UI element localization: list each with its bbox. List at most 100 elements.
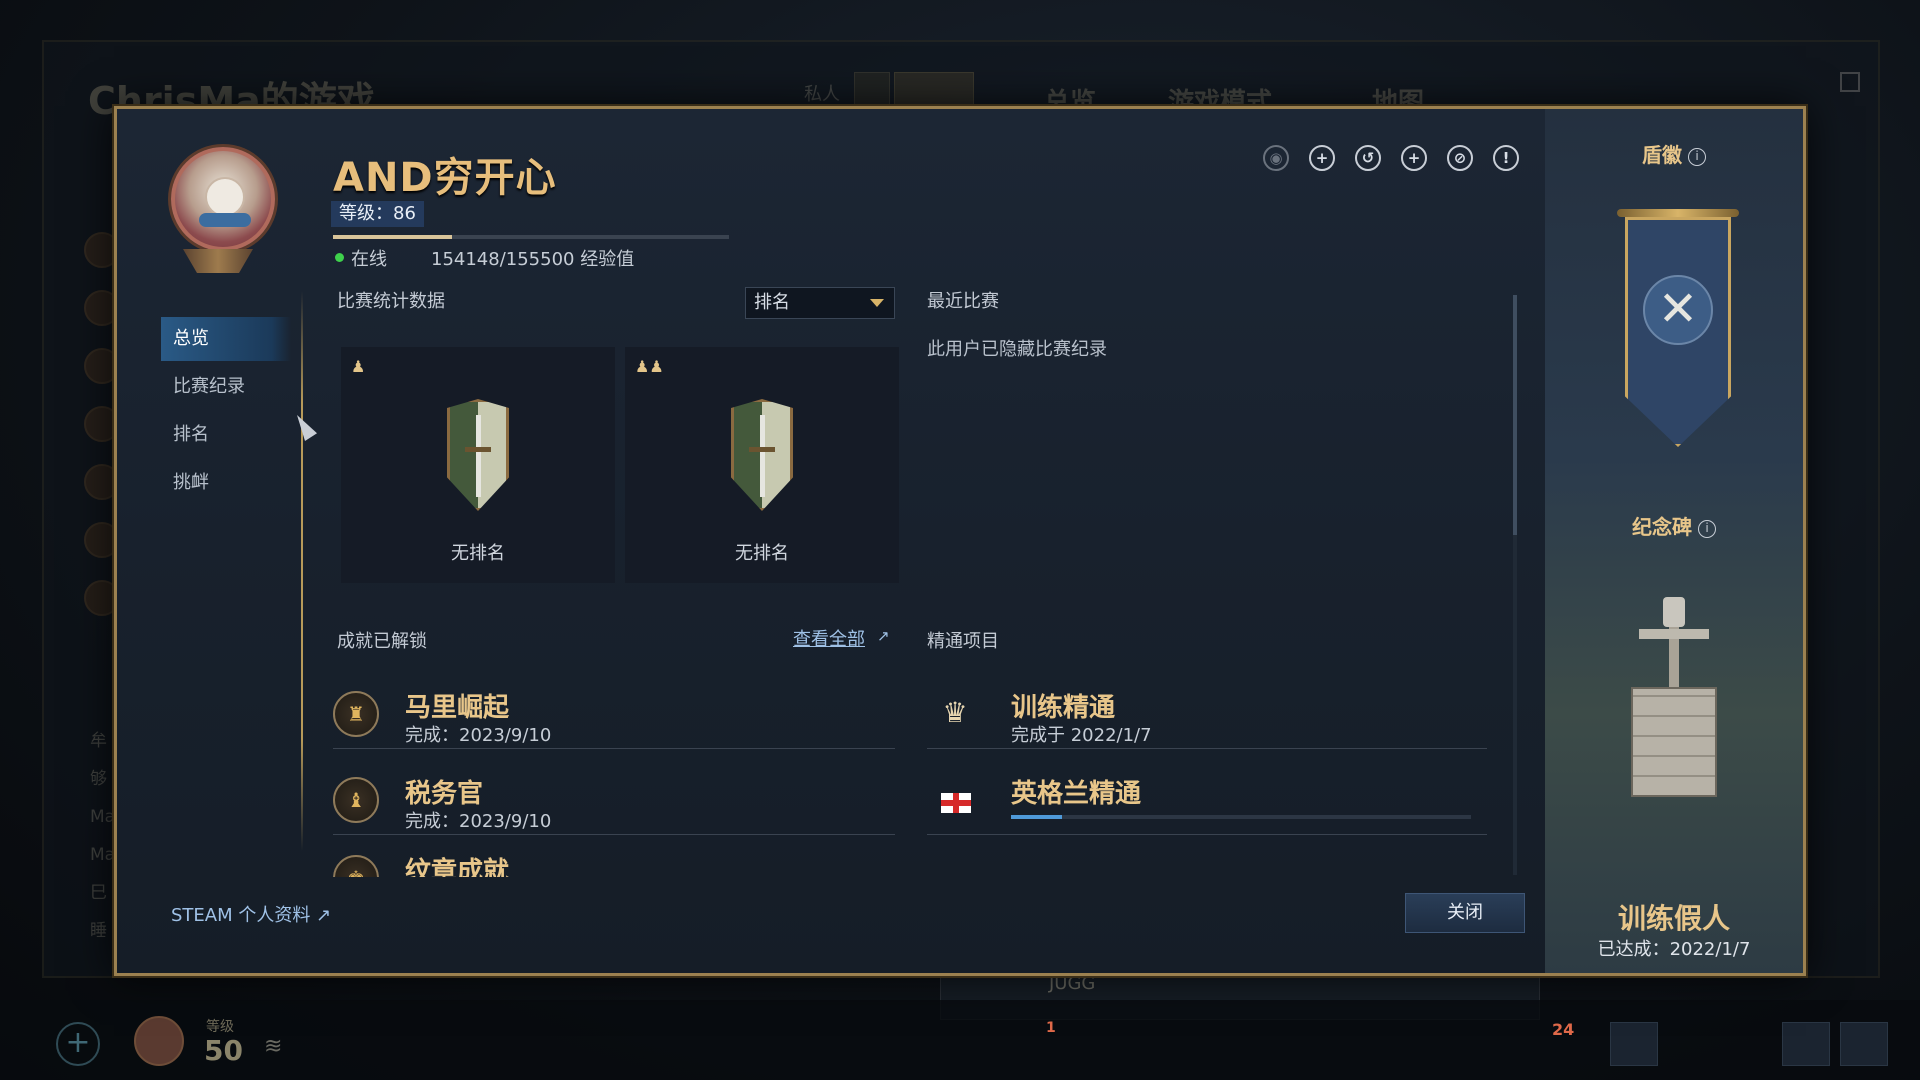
rank-card-solo[interactable]: ♟ 无排名 <box>341 347 615 583</box>
achievement-icon: ♝ <box>333 777 379 823</box>
mastery-heading: 精通项目 <box>927 631 999 652</box>
mastery-title: 训练精通 <box>1011 693 1116 723</box>
cosmetics-panel: 盾徽 i ✕ 纪念碑 i 训练假人 已达成：2022/1/7 <box>1545 109 1803 973</box>
shield-heading-label: 盾徽 <box>1642 143 1682 167</box>
report-icon[interactable]: ! <box>1493 145 1519 171</box>
nav-item-match-history[interactable]: 比赛纪录 <box>161 365 291 409</box>
background-list-item: 够 <box>90 769 107 789</box>
row-divider <box>927 834 1487 835</box>
mouse-cursor <box>297 415 317 441</box>
mastery-title: 英格兰精通 <box>1011 779 1142 809</box>
add-icon: + <box>56 1022 100 1066</box>
info-icon[interactable]: i <box>1698 519 1716 538</box>
external-link-icon: ↗ <box>316 905 332 926</box>
sword-guard <box>749 447 775 452</box>
bottom-avatar <box>134 1016 184 1066</box>
stats-dropdown[interactable]: 排名 <box>745 287 895 319</box>
background-list-item: 巳 <box>90 883 107 903</box>
achievement-title: 马里崛起 <box>405 693 510 723</box>
achievement-row[interactable]: ♝ 税务官 完成：2023/9/10 <box>333 765 895 835</box>
training-dummy-head <box>1663 597 1685 627</box>
row-divider <box>333 834 895 835</box>
mastery-row[interactable]: 英格兰精通 <box>927 765 1487 835</box>
avatar <box>171 147 275 251</box>
badge-count: 1 <box>1046 1020 1056 1036</box>
info-icon[interactable]: i <box>1688 147 1706 166</box>
team-icon: ♟♟ <box>635 357 664 376</box>
online-status-icon <box>335 253 344 262</box>
achievement-row[interactable]: ♜ 马里崛起 完成：2023/9/10 <box>333 679 895 749</box>
monument-heading-label: 纪念碑 <box>1632 515 1692 539</box>
player-name: AND穷开心 <box>333 155 557 201</box>
background-private-label: 私人 <box>804 84 840 105</box>
background-side-list: 牟 够 Ma Ma 巳 睡 <box>90 722 115 950</box>
recent-hidden-note: 此用户已隐藏比赛纪录 <box>927 339 1107 360</box>
steam-profile-link[interactable]: STEAM 个人资料 ↗ <box>171 901 331 927</box>
rank-label: 无排名 <box>735 543 789 564</box>
sword-icon <box>760 415 765 497</box>
stats-dropdown-value: 排名 <box>754 292 790 313</box>
view-all-link[interactable]: 查看全部 <box>793 625 865 651</box>
nav-item-overview[interactable]: 总览 <box>161 317 291 361</box>
online-status: 在线 <box>351 249 387 270</box>
player-profile-dialog: AND穷开心 等级：86 在线 154148/155500 经验值 ◉ + ↺ … <box>114 106 1806 976</box>
lock-icon <box>854 72 890 106</box>
close-button[interactable]: 关闭 <box>1405 893 1525 933</box>
achievement-row[interactable]: ♚ 纹章成就 <box>333 851 895 877</box>
crown-icon <box>1610 1022 1658 1066</box>
achievements-heading: 成就已解锁 <box>337 631 427 652</box>
scrollbar-thumb[interactable] <box>1513 295 1517 535</box>
block-icon[interactable]: ⊘ <box>1447 145 1473 171</box>
steam-profile-label: STEAM 个人资料 <box>171 905 311 926</box>
history-icon[interactable]: ↺ <box>1355 145 1381 171</box>
mastery-date: 完成于 2022/1/7 <box>1011 725 1152 746</box>
background-player-name: JUGG <box>1049 973 1096 994</box>
avatar-frame-base <box>183 249 253 273</box>
nav-item-taunts[interactable]: 挑衅 <box>161 461 291 505</box>
add-helmet-icon[interactable]: + <box>1401 145 1427 171</box>
achievement-icon: ♜ <box>333 691 379 737</box>
scrollbar[interactable] <box>1513 295 1517 875</box>
sword-icon <box>476 415 481 497</box>
shield-heading: 盾徽 i <box>1545 139 1803 168</box>
achievement-title: 纹章成就 <box>405 857 510 877</box>
nav-divider <box>301 291 303 851</box>
row-divider <box>333 748 895 749</box>
bottom-level-value: 50 <box>204 1034 243 1067</box>
laurel-icon: ♛ <box>942 696 968 729</box>
avatar-face <box>205 177 245 217</box>
training-dummy-arms <box>1639 629 1709 639</box>
monument-pedestal[interactable] <box>1631 687 1717 797</box>
background-list-item: Ma <box>90 845 116 865</box>
background-list-item: 睡 <box>90 921 107 941</box>
bottom-level-label: 等级 <box>206 1019 234 1035</box>
power-icon <box>1840 1022 1888 1066</box>
banner-rod <box>1617 209 1739 217</box>
lock-toggle <box>894 72 974 106</box>
add-sword-icon[interactable]: + <box>1309 145 1335 171</box>
profile-actions: ◉ + ↺ + ⊘ ! <box>1263 145 1519 171</box>
settings-icon <box>1782 1022 1830 1066</box>
mastery-progress-fill <box>1011 815 1062 819</box>
mastery-row[interactable]: ♛ 训练精通 完成于 2022/1/7 <box>927 679 1487 749</box>
xp-text: 154148/155500 经验值 <box>431 249 635 270</box>
single-player-icon: ♟ <box>351 357 366 376</box>
achievement-title: 税务官 <box>405 779 484 809</box>
background-list-item: 牟 <box>90 731 107 751</box>
maximize-icon <box>1840 72 1860 92</box>
row-divider <box>927 748 1487 749</box>
recent-heading: 最近比赛 <box>927 291 999 312</box>
sword-guard <box>465 447 491 452</box>
nav-item-ranking[interactable]: 排名 <box>161 413 291 457</box>
monument-heading: 纪念碑 i <box>1545 511 1803 540</box>
rank-label: 无排名 <box>451 543 505 564</box>
achievement-date: 完成：2023/9/10 <box>405 725 552 746</box>
level-progress-bar <box>333 235 729 239</box>
rank-card-team[interactable]: ♟♟ 无排名 <box>625 347 899 583</box>
external-link-icon[interactable]: ↗ <box>877 627 890 645</box>
eye-icon[interactable]: ◉ <box>1263 145 1289 171</box>
notification-count: 24 <box>1552 1020 1575 1039</box>
crossed-swords-icon: ✕ <box>1643 275 1713 345</box>
level-badge: 等级：86 <box>331 201 424 227</box>
england-flag-icon <box>941 793 971 813</box>
